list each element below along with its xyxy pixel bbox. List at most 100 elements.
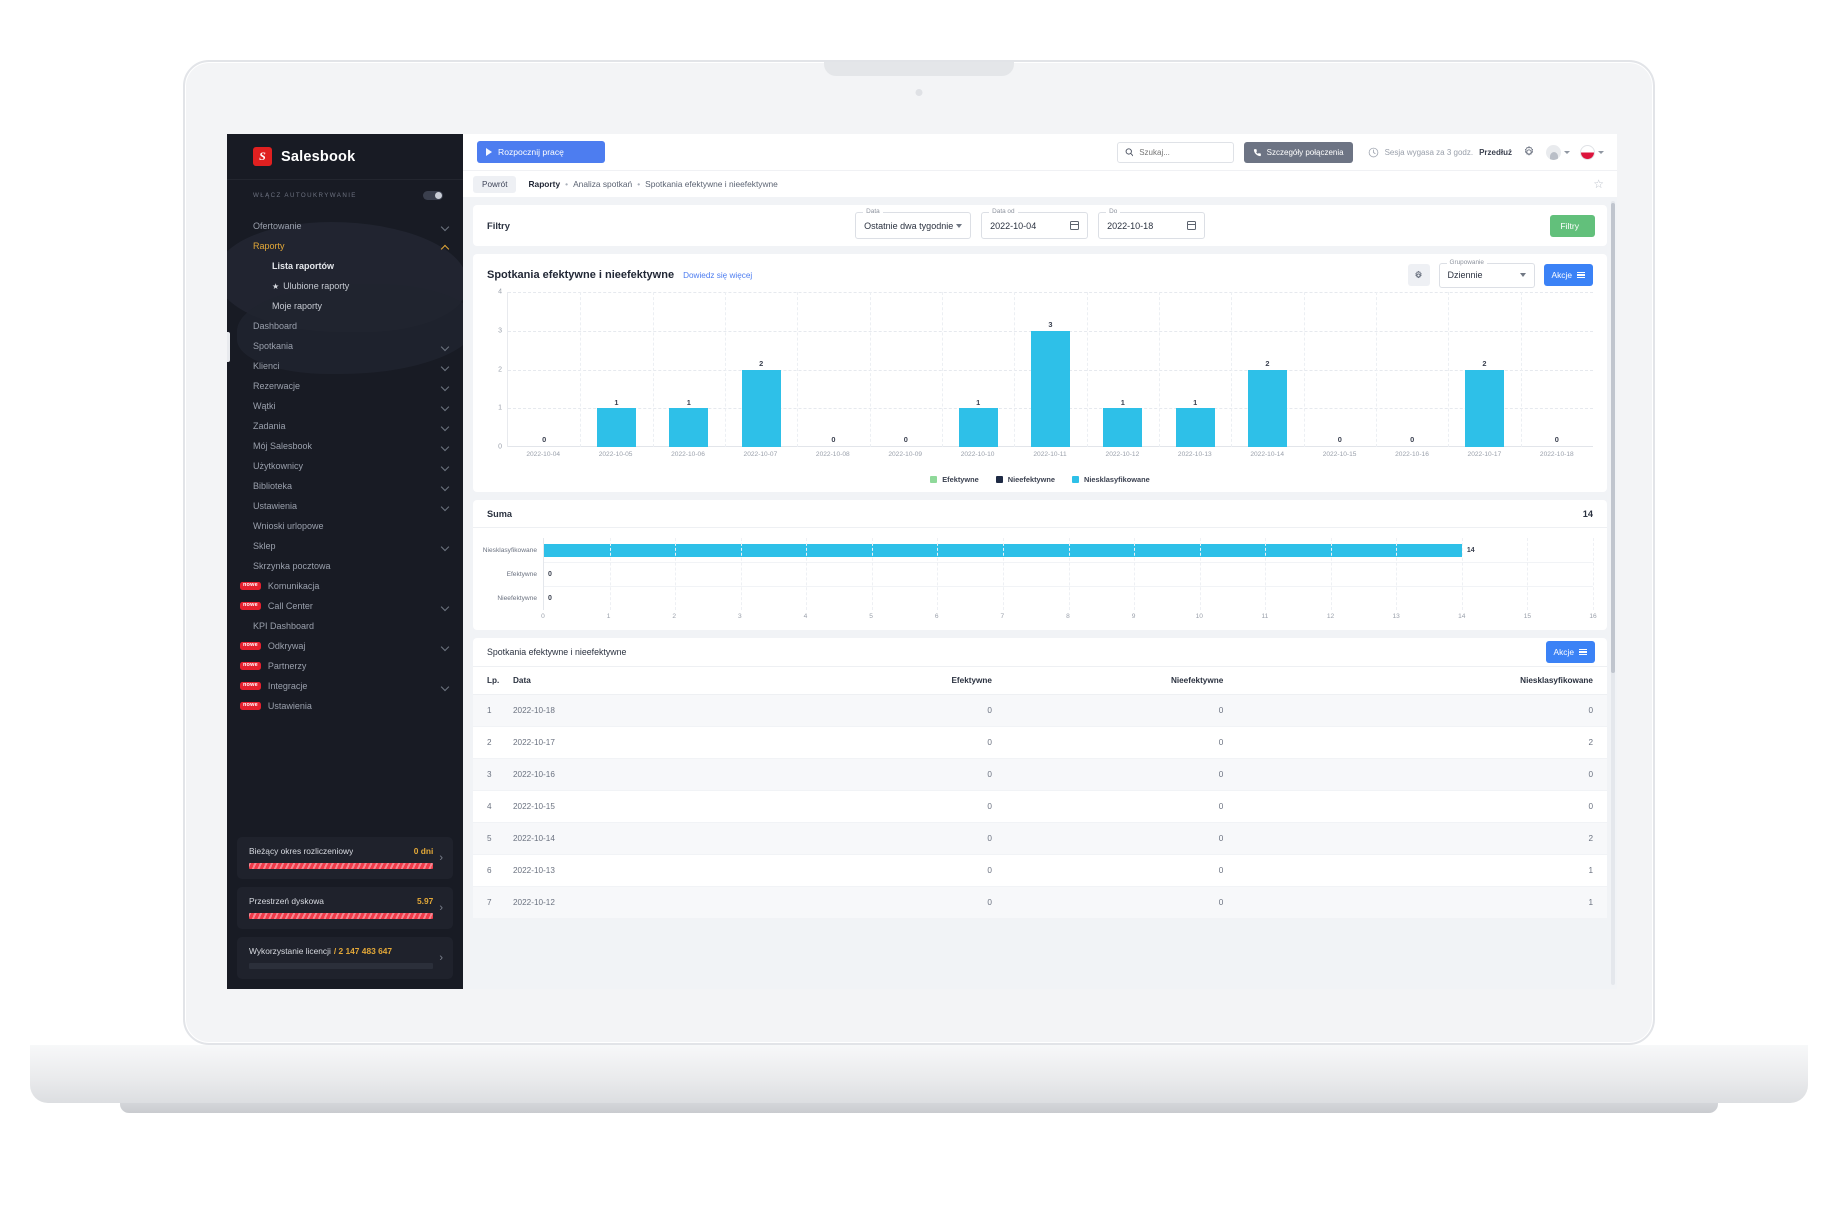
table-column-header[interactable]: Efektywne [813,666,992,695]
bar-column[interactable]: 0 [508,292,580,447]
bar-column[interactable]: 0 [1304,292,1376,447]
sidebar-item-użytkownicy[interactable]: Użytkownicy [227,456,463,476]
sidebar-item-dashboard[interactable]: Dashboard [227,316,463,336]
bar-column[interactable]: 2 [1231,292,1303,447]
sidebar-item-sklep[interactable]: Sklep [227,536,463,556]
sidebar-item-zadania[interactable]: Zadania [227,416,463,436]
bar-column[interactable]: 1 [1159,292,1231,447]
usage-card-3[interactable]: Wykorzystanie licencji/ 2 147 483 647 › [237,937,453,979]
table-column-header[interactable]: Data [513,666,813,695]
table-row[interactable]: 1 2022-10-18 0 0 0 [473,694,1607,727]
bar[interactable] [1464,369,1505,447]
bar-column[interactable]: 2 [725,292,797,447]
sidebar-item-odkrywaj[interactable]: nowe Odkrywaj [227,636,463,656]
table-row[interactable]: 7 2022-10-12 0 0 1 [473,886,1607,919]
sidebar-item-call-center[interactable]: nowe Call Center [227,596,463,616]
sidebar-item-ustawienia[interactable]: Ustawienia [227,496,463,516]
sidebar-item-skrzynka-pocztowa[interactable]: Skrzynka pocztowa [227,556,463,576]
language-selector[interactable] [1580,144,1604,160]
table-column-header[interactable]: Niesklasyfikowane [1223,666,1607,695]
sidebar-item-komunikacja[interactable]: nowe Komunikacja [227,576,463,596]
bar-column[interactable]: 0 [1376,292,1448,447]
bar[interactable] [669,408,709,447]
bar[interactable] [958,408,998,447]
bar[interactable] [1175,408,1215,447]
learn-more-link[interactable]: Dowiedz się więcej [683,271,752,280]
bar-column[interactable]: 0 [797,292,869,447]
bar-column[interactable]: 1 [1087,292,1159,447]
apply-filters-button[interactable]: Filtry [1550,214,1596,237]
breadcrumb-item-root[interactable]: Raporty [528,179,560,189]
sidebar-item-integracje[interactable]: nowe Integracje [227,676,463,696]
bar-column[interactable]: 0 [870,292,942,447]
bar-column[interactable]: 1 [653,292,725,447]
table-actions-button[interactable]: Akcje [1545,641,1595,663]
bar-column[interactable]: 0 [1521,292,1593,447]
brand-logo[interactable]: S Salesbook [227,134,463,180]
chart-actions-button[interactable]: Akcje [1543,264,1593,286]
extend-session-link[interactable]: Przedłuż [1479,148,1512,157]
legend-item[interactable]: Nieefektywne [995,475,1055,484]
legend-item[interactable]: Efektywne [930,475,979,484]
scrollbar-thumb[interactable] [1611,203,1615,673]
sidebar-item-mój-salesbook[interactable]: Mój Salesbook [227,436,463,456]
sidebar-item-moje-raporty[interactable]: Moje raporty [227,296,463,316]
chevron-right-icon[interactable]: › [439,952,443,964]
sidebar-item-partnerzy[interactable]: nowe Partnerzy [227,656,463,676]
chart-plot-area: 0 1 1 2 0 0 1 3 1 1 2 0 0 2 0 [507,292,1593,447]
sidebar-item-kpi-dashboard[interactable]: KPI Dashboard [227,616,463,636]
bar[interactable] [1103,408,1143,447]
back-button[interactable]: Powrót [473,175,517,193]
legend-item[interactable]: Niesklasyfikowane [1072,475,1150,484]
user-avatar-menu[interactable] [1546,144,1570,160]
table-column-header[interactable]: Lp. [473,666,513,695]
table-row[interactable]: 3 2022-10-16 0 0 0 [473,758,1607,791]
bar-column[interactable]: 1 [580,292,652,447]
sidebar-item-klienci[interactable]: Klienci [227,356,463,376]
bar[interactable] [1247,369,1288,447]
table-cell: 0 [813,790,992,823]
calendar-icon[interactable] [1187,221,1197,230]
bar-column[interactable]: 3 [1014,292,1086,447]
chevron-right-icon[interactable]: › [439,852,443,864]
chart-settings-button[interactable] [1407,264,1430,286]
bar[interactable] [741,369,781,447]
table-row[interactable]: 2 2022-10-17 0 0 2 [473,726,1607,759]
table-row[interactable]: 4 2022-10-15 0 0 0 [473,790,1607,823]
autohide-toggle[interactable] [423,190,443,200]
breadcrumb-item-2[interactable]: Analiza spotkań [573,179,632,189]
settings-gear-button[interactable] [1522,145,1536,159]
bar[interactable] [1030,330,1071,447]
sidebar-item-wątki[interactable]: Wątki [227,396,463,416]
gridline-vertical [1068,538,1070,610]
sidebar-item-ulubione-raporty[interactable]: ★ Ulubione raporty [227,276,463,296]
chevron-right-icon[interactable]: › [439,902,443,914]
sidebar-item-biblioteka[interactable]: Biblioteka [227,476,463,496]
calendar-icon[interactable] [1070,221,1080,230]
bar-column[interactable]: 2 [1448,292,1520,447]
grouping-select[interactable]: Grupowanie Dziennie [1438,258,1535,288]
bar-column[interactable]: 1 [942,292,1014,447]
date-from-input[interactable]: Data od 2022-10-04 [981,208,1089,239]
sidebar-item-wnioski-urlopowe[interactable]: Wnioski urlopowe [227,516,463,536]
start-work-button[interactable]: Rozpocznij pracę [477,141,605,163]
date-to-input[interactable]: Do 2022-10-18 [1098,208,1206,239]
date-range-select[interactable]: Data Ostatnie dwa tygodnie [855,208,972,239]
table-row[interactable]: 5 2022-10-14 0 0 2 [473,822,1607,855]
bar[interactable] [596,408,637,447]
sidebar-item-lista-raportów[interactable]: Lista raportów [227,256,463,276]
search-input[interactable] [1139,147,1226,157]
table-cell: 2022-10-18 [513,694,813,727]
sidebar-item-ustawienia[interactable]: nowe Ustawienia [227,696,463,716]
usage-card-1[interactable]: Bieżący okres rozliczeniowy 0 dni › [237,837,453,879]
sidebar-item-raporty[interactable]: Raporty [227,236,463,256]
connection-details-button[interactable]: Szczegóły połączenia [1243,141,1353,163]
sidebar-item-rezerwacje[interactable]: Rezerwacje [227,376,463,396]
table-column-header[interactable]: Nieefektywne [991,666,1224,695]
sidebar-item-ofertowanie[interactable]: Ofertowanie [227,216,463,236]
favorite-star-icon[interactable]: ☆ [1593,177,1604,191]
table-row[interactable]: 6 2022-10-13 0 0 1 [473,854,1607,887]
usage-card-2[interactable]: Przestrzeń dyskowa 5.97 › [237,887,453,929]
search-box[interactable] [1116,141,1234,163]
sidebar-item-spotkania[interactable]: Spotkania [227,336,463,356]
